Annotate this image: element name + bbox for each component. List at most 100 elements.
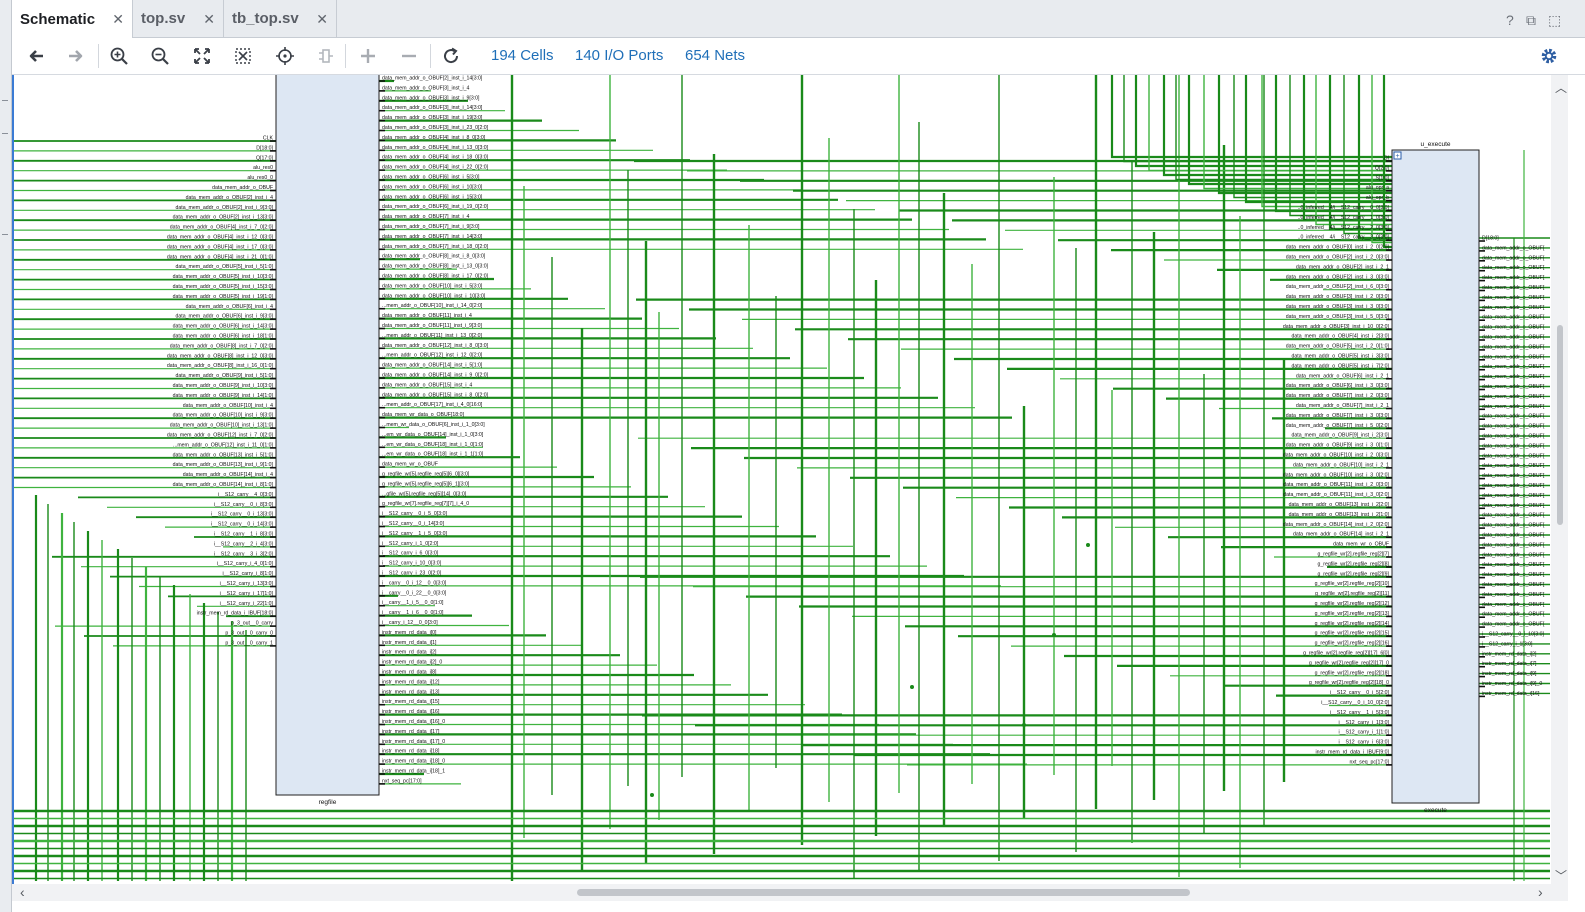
close-icon[interactable]: ✕: [112, 11, 124, 28]
tab-top-sv[interactable]: top.sv ✕: [133, 0, 224, 37]
pin-label: instr_mem_rd_data_i[17]_0: [382, 739, 445, 745]
zoom-in-icon[interactable]: [106, 44, 132, 68]
pin-label: data_mem_addr_o_OBUF[: [1482, 562, 1545, 568]
pin-label: instr_mem_rd_data_i[18]_1: [382, 769, 445, 775]
pin-label: p_3_out__0_carry_1: [225, 640, 273, 646]
pin-label: data_mem_addr_o_OBUF[: [1482, 523, 1545, 529]
pin-label: i__S12_carry__0_i_5_0[3:0]: [382, 511, 447, 517]
pin-label: data_mem_addr_o_OBUF[4]_inst_i_8_0[3:0]: [382, 135, 486, 141]
pin-label: data_mem_addr_o_OBUF[: [1482, 275, 1545, 281]
pin-label: data_mem_addr_o_OBUF[9]_inst_i_2[3:0]: [1292, 433, 1390, 439]
pin-label: data_mem_addr_o_OBUF[2]_inst_i_2_1: [1296, 264, 1389, 270]
schematic-drawing[interactable]: +regfileexecuteu_executeCLKD[18:0]Q[17:0…: [14, 75, 1550, 885]
close-icon[interactable]: ✕: [203, 11, 215, 28]
pin-label: i__S12_carry_i_1[3:0]: [1482, 641, 1533, 647]
help-icon[interactable]: ?: [1506, 12, 1514, 28]
forward-arrow-icon[interactable]: [63, 44, 89, 68]
vertical-scroll-thumb[interactable]: [1557, 325, 1563, 525]
pin-label: data_mem_addr_o_OBUF[6]_inst_i_3_0[3:0]: [1286, 383, 1390, 389]
pin-label: g_regfile_wr[2].regfile_reg[2][18]: [1315, 670, 1390, 676]
pin-label: ...gfile_wr[5].regfile_reg[5][14]_0[3:0]: [382, 491, 467, 497]
regfile-block: [275, 75, 380, 796]
pin-label: instr_mem_rd_data_i[2]: [382, 650, 437, 656]
pin-label: data_mem_addr_o_OBUF[3]_inst_i_2_0[3:0]: [1286, 294, 1390, 300]
regfile-label: regfile: [319, 799, 337, 806]
schematic-canvas[interactable]: + regfile execute u_execute CLK D[18:0] Q[17:0…: [12, 75, 1550, 885]
pin-label: data_mem_addr_o_OBUF[10]_inst_i_2_0[3:0]: [1283, 453, 1390, 459]
pin-label: g_regfile_wr[2].regfile_reg[2][10]: [1315, 581, 1390, 587]
pin-label: data_mem_addr_o_OBUF[: [1482, 503, 1545, 509]
gear-icon[interactable]: [1536, 44, 1562, 68]
route-icon[interactable]: [313, 44, 339, 68]
pin-label: data_mem_addr_o_OBUF[8]_inst_i_17_0[2:0]: [382, 274, 489, 280]
pin-label: data_mem_addr_o_OBUF[4]_inst_i_7_0[2:0]: [170, 225, 274, 231]
pin-label: data_mem_addr_o_OBUF[4]_inst_i_21_0[1:0]: [167, 254, 274, 260]
tab-tb-top-sv[interactable]: tb_top.sv ✕: [224, 0, 337, 37]
scroll-left-icon[interactable]: ‹: [20, 884, 25, 900]
horizontal-scroll-thumb[interactable]: [577, 889, 1190, 896]
pin-label: ...em_wr_data_o_OBUF[18]_inst_i_1_1[1:0]: [382, 452, 484, 458]
pin-label: nxt_seq_pc[17:0]: [1349, 759, 1389, 765]
pin-label: i__S12_carry__0_i_10_0[2:0]: [1321, 700, 1389, 706]
maximize-window-icon[interactable]: ⬚: [1548, 12, 1561, 29]
pin-label: g_regfile_wr[2].regfile_reg[2][13]: [1315, 611, 1390, 617]
pin-label: data_mem_addr_o_OBUF[10]_inst_i_9[3:0]: [173, 413, 274, 419]
pin-label: i__S12_carry__1_i_8[3:0]: [214, 532, 274, 538]
remove-icon[interactable]: [396, 44, 422, 68]
vertical-scrollbar[interactable]: ︿ ﹀: [1551, 75, 1568, 887]
pin-label: data_mem_addr_o_OBUF[6]_inst_i_19_0[2:0]: [382, 204, 489, 210]
pin-label: data_mem_addr_o_OBUF[5]_inst_i_7[2:0]: [1292, 363, 1390, 369]
panel-edge-mark: [2, 100, 8, 101]
zoom-out-icon[interactable]: [147, 44, 173, 68]
refresh-icon[interactable]: [438, 44, 464, 68]
pin-label: i__S12_carry_i_13[3:0]: [220, 581, 274, 587]
left-panel-strip: [0, 0, 12, 912]
pin-label: instr_mem_rd_data_i[16]: [1482, 691, 1540, 697]
pin-label: instr_mem_rd_data_i[12]: [382, 679, 440, 685]
pin-label: g_regfile_wr[7].regfile_reg[7][7]_i_4_0: [382, 501, 469, 507]
pin-label: data_mem_addr_o_OBUF[6]_inst_i_4: [186, 304, 273, 310]
close-icon[interactable]: ✕: [316, 11, 328, 28]
pin-label: data_mem_addr_o_OBUF[8]_inst_i_7_0[2:0]: [170, 343, 274, 349]
horizontal-scrollbar[interactable]: ‹ ›: [12, 884, 1568, 901]
pin-label: i__S12_carry__4_0[3:0]: [218, 492, 274, 498]
panel-edge-mark: [2, 234, 8, 235]
pin-label: instr_mem_rd_data_i[17]: [382, 729, 440, 735]
pin-label: g_regfile_wr[2].regfile_reg[2][9]: [1317, 571, 1389, 577]
pin-label: instr_mem_rd_data_i_IBUF[9:0]: [1315, 750, 1389, 756]
nets-count-link[interactable]: 654 Nets: [685, 47, 745, 64]
io-ports-count-link[interactable]: 140 I/O Ports: [575, 47, 663, 64]
pin-label: data_mem_addr_o_OBUF[: [1482, 473, 1545, 479]
pin-label: alu_opr_a: [1366, 185, 1389, 191]
locate-icon[interactable]: [272, 44, 298, 68]
pin-label: p_3_out__0_carry_0: [225, 631, 273, 637]
scroll-up-icon[interactable]: ︿: [1555, 79, 1567, 96]
pin-label: data_mem_wr_data_o_OBUF[18:0]: [382, 412, 464, 418]
zoom-selection-icon[interactable]: [230, 44, 256, 68]
pin-label: data_mem_addr_o_OBUF[9]_inst_i_5[1:0]: [176, 373, 274, 379]
back-arrow-icon[interactable]: [23, 44, 49, 68]
pin-label: data_mem_addr_o_OBUF[: [1482, 394, 1545, 400]
net-junction-dot: [650, 793, 654, 797]
scroll-right-icon[interactable]: ›: [1538, 884, 1543, 900]
fit-view-icon[interactable]: [189, 44, 215, 68]
pin-label: data_mem_addr_o_OBUF[: [1482, 404, 1545, 410]
pin-label: data_mem_addr_o_OBUF[2]_inst_i_9[3:0]: [176, 205, 274, 211]
restore-window-icon[interactable]: ⧉: [1526, 12, 1536, 29]
pin-label: i__S12_carry__0_i_14[3:0]: [211, 522, 274, 528]
pin-label: i__S12_carry__0_i_14[3:0]: [382, 521, 445, 527]
schematic-toolbar: 194 Cells 140 I/O Ports 654 Nets: [12, 38, 1585, 75]
scroll-down-icon[interactable]: ﹀: [1555, 867, 1567, 884]
cells-count-link[interactable]: 194 Cells: [491, 47, 554, 64]
pin-label: alu_opr_b: [1366, 195, 1389, 201]
tab-schematic[interactable]: Schematic ✕: [12, 0, 133, 38]
pin-label: i__S12_carry_i_6_0[3:0]: [382, 551, 439, 557]
pin-label: data_mem_addr_o_OBUF[13]_inst_i_2[2:0]: [1289, 502, 1390, 508]
pin-label: instr_mem_rd_data_i[15]: [382, 699, 440, 705]
pin-label: i__S12_carry_i_10_0[3:0]: [382, 561, 442, 567]
pin-label: data_mem_addr_o_OBUF[: [1482, 483, 1545, 489]
pin-label: data_mem_addr_o_OBUF[: [1482, 572, 1545, 578]
pin-label: data_mem_addr_o_OBUF: [212, 185, 273, 191]
add-icon[interactable]: [355, 44, 381, 68]
pin-label: data_mem_addr_o_OBUF[12]_inst_i_7_0[2:0]: [167, 433, 274, 439]
